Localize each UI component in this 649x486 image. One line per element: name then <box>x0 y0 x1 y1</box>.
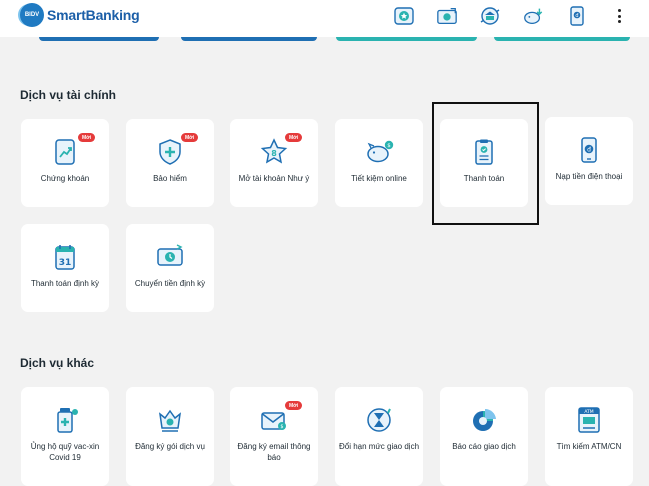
report-chart-icon <box>469 405 499 435</box>
svg-text:8: 8 <box>271 149 277 158</box>
tile-label: Bảo hiểm <box>153 174 187 183</box>
tile-label: Thanh toán định kỳ <box>30 279 100 288</box>
insurance-shield-icon <box>155 137 185 167</box>
section-title-financial: Dịch vụ tài chính <box>20 88 117 102</box>
tile-label: Đăng ký gói dịch vụ <box>135 442 205 451</box>
top-bar: BIDV SmartBanking đ <box>0 0 649 37</box>
tile-scheduled-payment[interactable]: 31 Thanh toán định kỳ <box>21 224 109 312</box>
tile-transaction-report[interactable]: Báo cáo giao dịch <box>440 387 528 486</box>
screen: BIDV SmartBanking đ Dịch vụ tài chính Mớ… <box>0 0 649 486</box>
svg-text:31: 31 <box>59 258 72 268</box>
tile-online-savings[interactable]: $ Tiết kiệm online <box>335 119 423 207</box>
tile-label: Chứng khoán <box>40 174 90 183</box>
tile-label: Nạp tiền điện thoại <box>555 172 623 181</box>
prev-card-edge <box>494 37 630 41</box>
tile-transaction-limit[interactable]: Đổi hạn mức giao dịch <box>335 387 423 486</box>
tile-label: Chuyển tiền định kỳ <box>134 279 206 288</box>
tile-scheduled-transfer[interactable]: Chuyển tiền định kỳ <box>126 224 214 312</box>
svg-text:$: $ <box>280 424 283 430</box>
prev-card-edge <box>336 37 477 41</box>
rewards-icon[interactable] <box>393 5 415 27</box>
new-badge: Mới <box>181 133 198 142</box>
email-notification-icon: $ <box>259 405 289 435</box>
tile-label: Tiết kiệm online <box>351 174 407 183</box>
new-badge: Mới <box>78 133 95 142</box>
section-title-other: Dịch vụ khác <box>20 356 95 370</box>
tile-email-notification[interactable]: $ Mới Đăng ký email thông báo <box>230 387 318 486</box>
star-account-icon: 8 <box>259 137 289 167</box>
svg-text:$: $ <box>387 143 391 149</box>
tile-label: Tìm kiếm ATM/CN <box>556 442 622 451</box>
phone-topup-icon: đ <box>574 135 604 165</box>
tile-service-package[interactable]: Đăng ký gói dịch vụ <box>126 387 214 486</box>
scheduled-transfer-icon <box>155 242 185 272</box>
service-package-icon <box>155 405 185 435</box>
limit-change-icon <box>364 405 394 435</box>
prev-card-edge <box>181 37 317 41</box>
vaccine-icon <box>50 405 80 435</box>
new-badge: Mới <box>285 401 302 410</box>
tile-payment[interactable]: Thanh toán <box>440 119 528 207</box>
atm-icon: ATM <box>574 405 604 435</box>
piggy-bank-icon: $ <box>364 137 394 167</box>
svg-text:ATM: ATM <box>584 409 593 415</box>
app-logo[interactable]: BIDV SmartBanking <box>20 3 140 27</box>
tile-insurance[interactable]: Mới Bảo hiểm <box>126 119 214 207</box>
piggy-bank-icon[interactable] <box>522 5 544 27</box>
new-badge: Mới <box>285 133 302 142</box>
bill-payment-icon <box>469 137 499 167</box>
tile-label: Đổi hạn mức giao dịch <box>338 442 420 451</box>
bank-exchange-icon[interactable] <box>479 5 501 27</box>
tile-stocks[interactable]: Mới Chứng khoán <box>21 119 109 207</box>
tile-vaccine-fund[interactable]: Ủng hộ quỹ vac-xin Covid 19 <box>21 387 109 486</box>
tile-phone-topup[interactable]: đ Nạp tiền điện thoại <box>545 117 633 205</box>
prev-card-edge <box>39 37 159 41</box>
more-menu-icon[interactable] <box>611 7 627 25</box>
calendar-icon: 31 <box>50 242 80 272</box>
phone-topup-icon[interactable]: đ <box>566 5 588 27</box>
tile-label: Đăng ký email thông báo <box>237 442 311 462</box>
tile-label: Thanh toán <box>463 174 505 183</box>
tile-label: Ủng hộ quỹ vac-xin Covid 19 <box>30 442 100 462</box>
stock-chart-icon <box>50 137 80 167</box>
tile-label: Báo cáo giao dịch <box>452 442 516 451</box>
camera-transfer-icon[interactable] <box>436 5 458 27</box>
tile-open-account[interactable]: 8 Mới Mở tài khoản Như ý <box>230 119 318 207</box>
logo-badge: BIDV <box>20 3 44 27</box>
tile-atm-finder[interactable]: ATM Tìm kiếm ATM/CN <box>545 387 633 486</box>
svg-text:đ: đ <box>587 146 591 153</box>
tile-label: Mở tài khoản Như ý <box>238 174 310 183</box>
brand-name: SmartBanking <box>47 7 140 23</box>
